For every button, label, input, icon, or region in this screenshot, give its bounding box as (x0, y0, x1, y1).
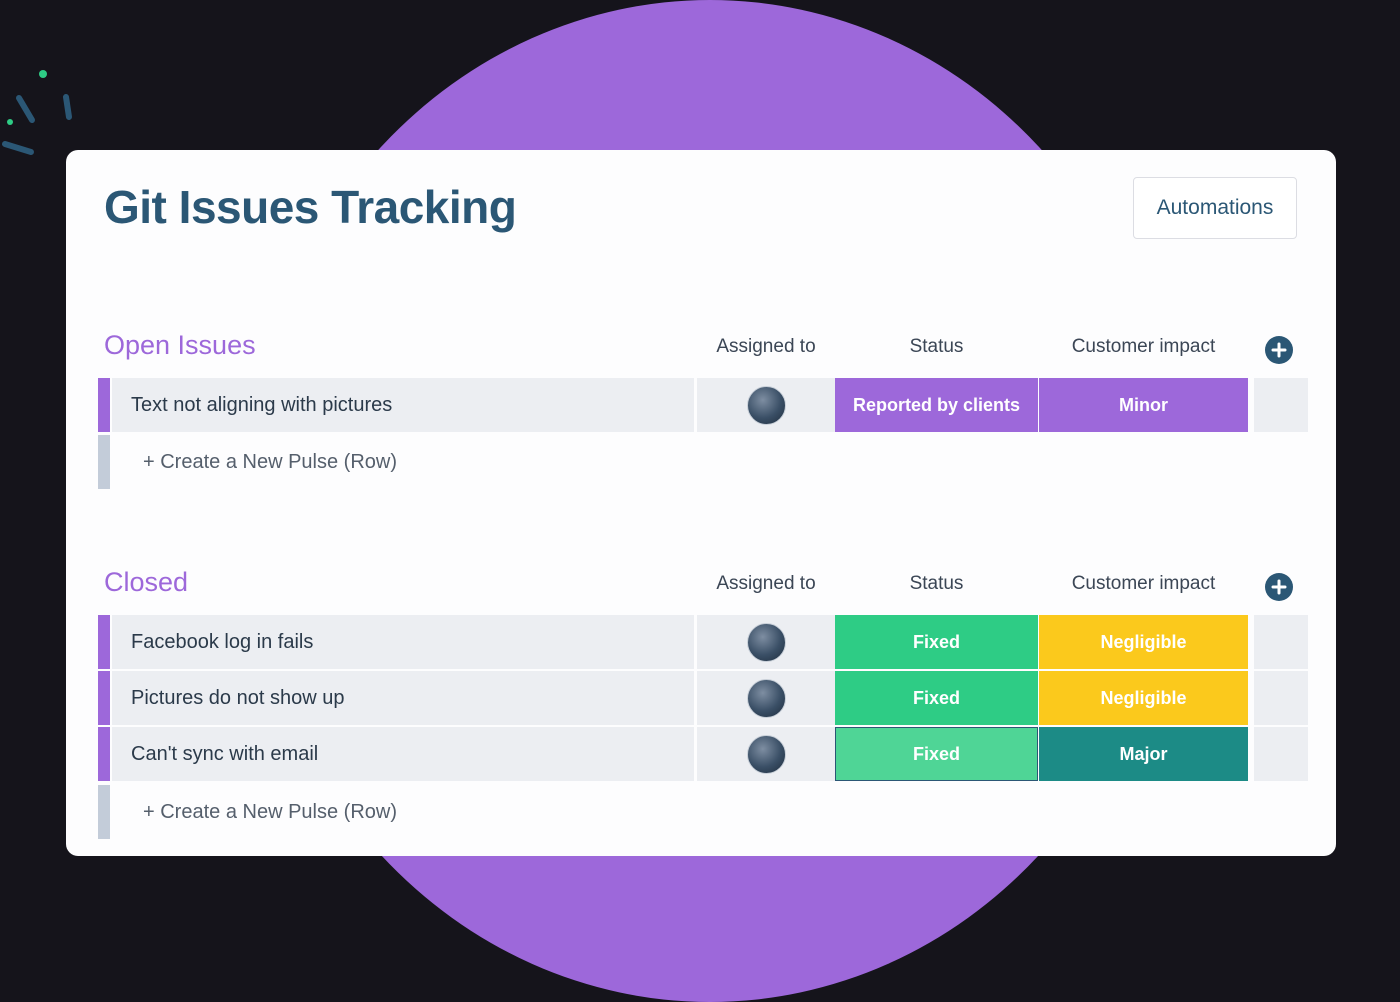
automations-button[interactable]: Automations (1133, 177, 1297, 239)
row-color-bar (98, 378, 110, 432)
create-pulse-link[interactable]: + Create a New Pulse (Row) (143, 435, 397, 489)
impact-cell[interactable]: Minor (1039, 378, 1248, 432)
avatar[interactable] (746, 678, 786, 718)
row-color-bar (98, 727, 110, 781)
assigned-cell[interactable] (697, 615, 835, 669)
table-row[interactable]: Can't sync with email Fixed Major (98, 727, 1308, 781)
group-title-closed[interactable]: Closed (104, 567, 188, 598)
status-cell[interactable]: Reported by clients (835, 378, 1038, 432)
pulse-name[interactable]: Can't sync with email (112, 727, 694, 781)
impact-cell[interactable]: Negligible (1039, 671, 1248, 725)
add-column-button[interactable] (1265, 573, 1293, 601)
table-row[interactable]: Text not aligning with pictures Reported… (98, 378, 1308, 432)
column-header-assigned: Assigned to (716, 336, 816, 357)
plus-icon (1271, 342, 1287, 358)
row-color-bar (98, 785, 110, 839)
plus-icon (1271, 579, 1287, 595)
impact-cell[interactable]: Major (1039, 727, 1248, 781)
row-tail (1254, 727, 1308, 781)
row-color-bar (98, 435, 110, 489)
column-header-impact: Customer impact (1071, 336, 1216, 357)
table-row[interactable]: Pictures do not show up Fixed Negligible (98, 671, 1308, 725)
pulse-name[interactable]: Pictures do not show up (112, 671, 694, 725)
assigned-cell[interactable] (697, 671, 835, 725)
avatar[interactable] (746, 734, 786, 774)
column-header-assigned: Assigned to (716, 573, 816, 594)
row-color-bar (98, 615, 110, 669)
column-header-impact: Customer impact (1071, 573, 1216, 594)
new-pulse-row[interactable]: + Create a New Pulse (Row) (98, 785, 1308, 839)
status-cell[interactable]: Fixed (835, 727, 1038, 781)
status-cell[interactable]: Fixed (835, 671, 1038, 725)
row-tail (1254, 671, 1308, 725)
create-pulse-link[interactable]: + Create a New Pulse (Row) (143, 785, 397, 839)
avatar[interactable] (746, 385, 786, 425)
row-tail (1254, 615, 1308, 669)
row-color-bar (98, 671, 110, 725)
new-pulse-row[interactable]: + Create a New Pulse (Row) (98, 435, 1308, 489)
table-row[interactable]: Facebook log in fails Fixed Negligible (98, 615, 1308, 669)
group-title-open-issues[interactable]: Open Issues (104, 330, 256, 361)
assigned-cell[interactable] (697, 727, 835, 781)
pulse-name[interactable]: Facebook log in fails (112, 615, 694, 669)
assigned-cell[interactable] (697, 378, 835, 432)
column-header-status: Status (909, 573, 964, 594)
status-cell[interactable]: Fixed (835, 615, 1038, 669)
column-header-status: Status (909, 336, 964, 357)
pulse-name[interactable]: Text not aligning with pictures (112, 378, 694, 432)
row-tail (1254, 378, 1308, 432)
add-column-button[interactable] (1265, 336, 1293, 364)
avatar[interactable] (746, 622, 786, 662)
board-panel: Git Issues Tracking Automations Open Iss… (66, 150, 1336, 856)
board-title: Git Issues Tracking (104, 181, 517, 233)
impact-cell[interactable]: Negligible (1039, 615, 1248, 669)
